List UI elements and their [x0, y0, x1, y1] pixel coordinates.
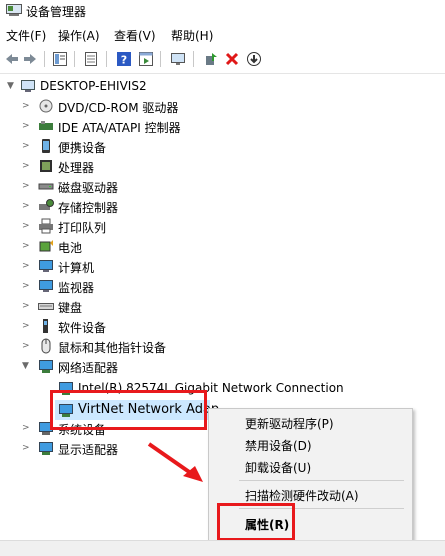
- collapse-arrow-icon[interactable]: ▼: [22, 360, 32, 372]
- red-arrow-icon: [147, 442, 203, 482]
- expand-arrow-icon[interactable]: >: [22, 320, 32, 332]
- properties-icon[interactable]: [52, 51, 68, 67]
- tree-item-keyboard[interactable]: > 键盘: [0, 296, 445, 316]
- svg-text:?: ?: [121, 54, 127, 67]
- expand-arrow-icon[interactable]: >: [22, 240, 32, 252]
- menu-view[interactable]: 查看(V): [114, 27, 156, 44]
- expand-arrow-icon[interactable]: >: [22, 100, 32, 112]
- download-icon[interactable]: [246, 51, 262, 67]
- expand-arrow-icon[interactable]: >: [22, 260, 32, 272]
- menu-item-update-driver[interactable]: 更新驱动程序(P): [209, 411, 412, 433]
- tree-root[interactable]: ▼ DESKTOP-EHIVIS2: [0, 76, 445, 96]
- menu-item-scan-hardware[interactable]: 扫描检测硬件改动(A): [209, 483, 412, 505]
- root-label: DESKTOP-EHIVIS2: [40, 79, 147, 93]
- tree-item-label: 显示适配器: [58, 443, 119, 457]
- tree-item-label: 监视器: [58, 281, 95, 295]
- tree-item-label: 网络适配器: [58, 361, 119, 375]
- tree-item-ide[interactable]: > IDE ATA/ATAPI 控制器: [0, 116, 445, 136]
- menu-separator: [239, 480, 404, 481]
- ide-controller-icon: [38, 118, 54, 134]
- tree-item-computer[interactable]: > 计算机: [0, 256, 445, 276]
- printer-icon: [38, 218, 54, 234]
- monitor-icon[interactable]: [170, 51, 186, 67]
- portable-device-icon: [38, 138, 54, 154]
- tree-item-label: IDE ATA/ATAPI 控制器: [58, 121, 181, 135]
- tree-item-label: 打印队列: [58, 221, 107, 235]
- battery-icon: [38, 238, 54, 254]
- processor-icon: [38, 158, 54, 174]
- back-arrow-icon[interactable]: [4, 51, 20, 67]
- title-bar: 设备管理器: [0, 0, 445, 22]
- tree-item-printer[interactable]: > 打印队列: [0, 216, 445, 236]
- menu-action[interactable]: 操作(A): [58, 27, 100, 44]
- window-title: 设备管理器: [26, 5, 87, 19]
- storage-controller-icon: [38, 198, 54, 214]
- expand-arrow-icon[interactable]: >: [22, 422, 32, 434]
- tree-item-label: 鼠标和其他指针设备: [58, 341, 167, 355]
- tree-item-battery[interactable]: > 电池: [0, 236, 445, 256]
- computer-icon: [20, 78, 36, 94]
- tree-item-label: DVD/CD-ROM 驱动器: [58, 101, 179, 115]
- tree-item-mouse[interactable]: > 鼠标和其他指针设备: [0, 336, 445, 356]
- keyboard-icon: [38, 298, 54, 314]
- tree-item-monitor[interactable]: > 监视器: [0, 276, 445, 296]
- tree-item-storage[interactable]: > 存储控制器: [0, 196, 445, 216]
- status-bar: [0, 540, 445, 556]
- dvd-drive-icon: [38, 98, 54, 114]
- software-device-icon: [38, 318, 54, 334]
- tree-item-label: 存储控制器: [58, 201, 119, 215]
- expand-arrow-icon[interactable]: >: [22, 180, 32, 192]
- disk-drive-icon: [38, 178, 54, 194]
- expand-arrow-icon[interactable]: >: [22, 200, 32, 212]
- expand-arrow-icon[interactable]: >: [22, 160, 32, 172]
- toolbar-separator: [193, 51, 194, 67]
- toolbar-separator: [74, 51, 75, 67]
- menu-file[interactable]: 文件(F): [6, 27, 46, 44]
- tree-item-label: 键盘: [58, 301, 83, 315]
- refresh-pane-icon[interactable]: [138, 51, 154, 67]
- tree-item-portable[interactable]: > 便携设备: [0, 136, 445, 156]
- help-icon[interactable]: ?: [116, 51, 132, 67]
- menu-item-uninstall-device[interactable]: 卸载设备(U): [209, 455, 412, 477]
- expand-arrow-icon[interactable]: >: [22, 442, 32, 454]
- uninstall-x-icon[interactable]: [224, 51, 240, 67]
- network-adapter-icon: [38, 358, 54, 374]
- expand-arrow-icon[interactable]: ▼: [7, 80, 17, 92]
- toolbar-separator: [160, 51, 161, 67]
- forward-arrow-icon[interactable]: [22, 51, 38, 67]
- toolbar: ?: [0, 45, 445, 74]
- tree-item-processor[interactable]: > 处理器: [0, 156, 445, 176]
- highlight-box-selected-item: [50, 390, 207, 430]
- expand-arrow-icon[interactable]: >: [22, 140, 32, 152]
- tree-item-network[interactable]: ▼ 网络适配器: [0, 356, 445, 376]
- expand-arrow-icon[interactable]: >: [22, 280, 32, 292]
- highlight-box-properties: [217, 503, 295, 541]
- expand-arrow-icon[interactable]: >: [22, 120, 32, 132]
- tree-item-label: 处理器: [58, 161, 95, 175]
- expand-arrow-icon[interactable]: >: [22, 340, 32, 352]
- tree-item-software[interactable]: > 软件设备: [0, 316, 445, 336]
- expand-arrow-icon[interactable]: >: [22, 220, 32, 232]
- tree-item-disk[interactable]: > 磁盘驱动器: [0, 176, 445, 196]
- tree-item-label: 便携设备: [58, 141, 107, 155]
- monitor-icon: [38, 278, 54, 294]
- expand-arrow-icon[interactable]: >: [22, 300, 32, 312]
- tree-item-label: 电池: [58, 241, 83, 255]
- menu-bar: 文件(F) 操作(A) 查看(V) 帮助(H): [0, 24, 445, 44]
- menu-help[interactable]: 帮助(H): [171, 27, 213, 44]
- toolbar-separator: [44, 51, 45, 67]
- computer-icon: [38, 258, 54, 274]
- device-manager-icon: [6, 4, 22, 16]
- display-adapter-icon: [38, 440, 54, 456]
- tree-item-label: 磁盘驱动器: [58, 181, 119, 195]
- tree-item-dvd[interactable]: > DVD/CD-ROM 驱动器: [0, 96, 445, 116]
- toolbar-separator: [106, 51, 107, 67]
- list-icon[interactable]: [83, 51, 99, 67]
- tree-item-label: 软件设备: [58, 321, 107, 335]
- mouse-icon: [38, 338, 54, 354]
- tree-item-label: 计算机: [58, 261, 95, 275]
- menu-item-disable-device[interactable]: 禁用设备(D): [209, 433, 412, 455]
- update-driver-icon[interactable]: [203, 51, 219, 67]
